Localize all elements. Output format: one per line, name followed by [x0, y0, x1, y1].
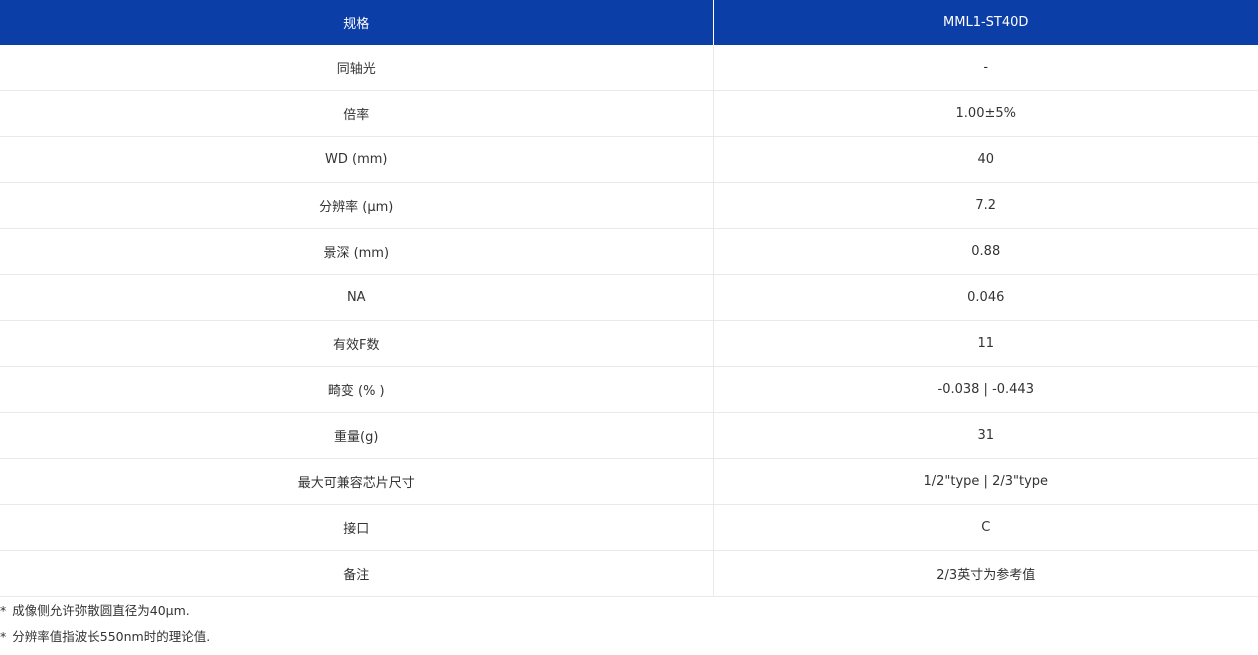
row-label: 最大可兼容芯片尺寸 [0, 458, 714, 505]
table-row: 重量(g) 31 [0, 412, 1258, 459]
footnote: * 分辨率值指波长550nm时的理论值. [0, 629, 1258, 655]
footnote-text: 分辨率值指波长550nm时的理论值. [12, 629, 211, 644]
footnote-mark: * [0, 603, 7, 618]
row-value: 40 [713, 136, 1258, 183]
row-value: 0.88 [713, 228, 1258, 275]
footnote-text: 成像侧允许弥散圆直径为40μm. [12, 603, 190, 618]
spec-table: 规格 MML1-ST40D 同轴光 - 倍率 1.00±5% WD (mm) 4… [0, 0, 1258, 597]
row-label: 倍率 [0, 90, 714, 137]
row-label: 分辨率 (μm) [0, 182, 714, 229]
spec-table-header: 规格 MML1-ST40D [0, 0, 1258, 45]
header-spec: 规格 [0, 0, 714, 45]
table-row: 同轴光 - [0, 45, 1258, 91]
row-label: 有效F数 [0, 320, 714, 367]
row-value: 1/2"type | 2/3"type [713, 458, 1258, 505]
row-label: 景深 (mm) [0, 228, 714, 275]
row-value: 2/3英寸为参考值 [713, 550, 1258, 597]
row-value: -0.038 | -0.443 [713, 366, 1258, 413]
row-value: - [713, 45, 1258, 91]
row-label: 同轴光 [0, 45, 714, 91]
table-row: 畸变 (% ) -0.038 | -0.443 [0, 366, 1258, 413]
table-row: 景深 (mm) 0.88 [0, 228, 1258, 275]
table-row: WD (mm) 40 [0, 136, 1258, 183]
row-label: 接口 [0, 504, 714, 551]
row-value: 1.00±5% [713, 90, 1258, 137]
row-label: NA [0, 274, 714, 321]
table-row: 备注 2/3英寸为参考值 [0, 550, 1258, 597]
header-model: MML1-ST40D [713, 0, 1258, 45]
footnote-mark: * [0, 629, 7, 644]
row-value: 11 [713, 320, 1258, 367]
row-label: WD (mm) [0, 136, 714, 183]
footnotes: * 成像侧允许弥散圆直径为40μm. * 分辨率值指波长550nm时的理论值. [0, 603, 1258, 655]
table-row: NA 0.046 [0, 274, 1258, 321]
row-value: 0.046 [713, 274, 1258, 321]
row-label: 备注 [0, 550, 714, 597]
spec-table-body: 同轴光 - 倍率 1.00±5% WD (mm) 40 分辨率 (μm) 7.2… [0, 45, 1258, 597]
row-value: C [713, 504, 1258, 551]
row-label: 重量(g) [0, 412, 714, 459]
row-value: 31 [713, 412, 1258, 459]
table-row: 接口 C [0, 504, 1258, 551]
footnote: * 成像侧允许弥散圆直径为40μm. [0, 603, 1258, 629]
table-row: 有效F数 11 [0, 320, 1258, 367]
table-row: 分辨率 (μm) 7.2 [0, 182, 1258, 229]
header-row: 规格 MML1-ST40D [0, 0, 1258, 45]
table-row: 最大可兼容芯片尺寸 1/2"type | 2/3"type [0, 458, 1258, 505]
row-value: 7.2 [713, 182, 1258, 229]
row-label: 畸变 (% ) [0, 366, 714, 413]
table-row: 倍率 1.00±5% [0, 90, 1258, 137]
